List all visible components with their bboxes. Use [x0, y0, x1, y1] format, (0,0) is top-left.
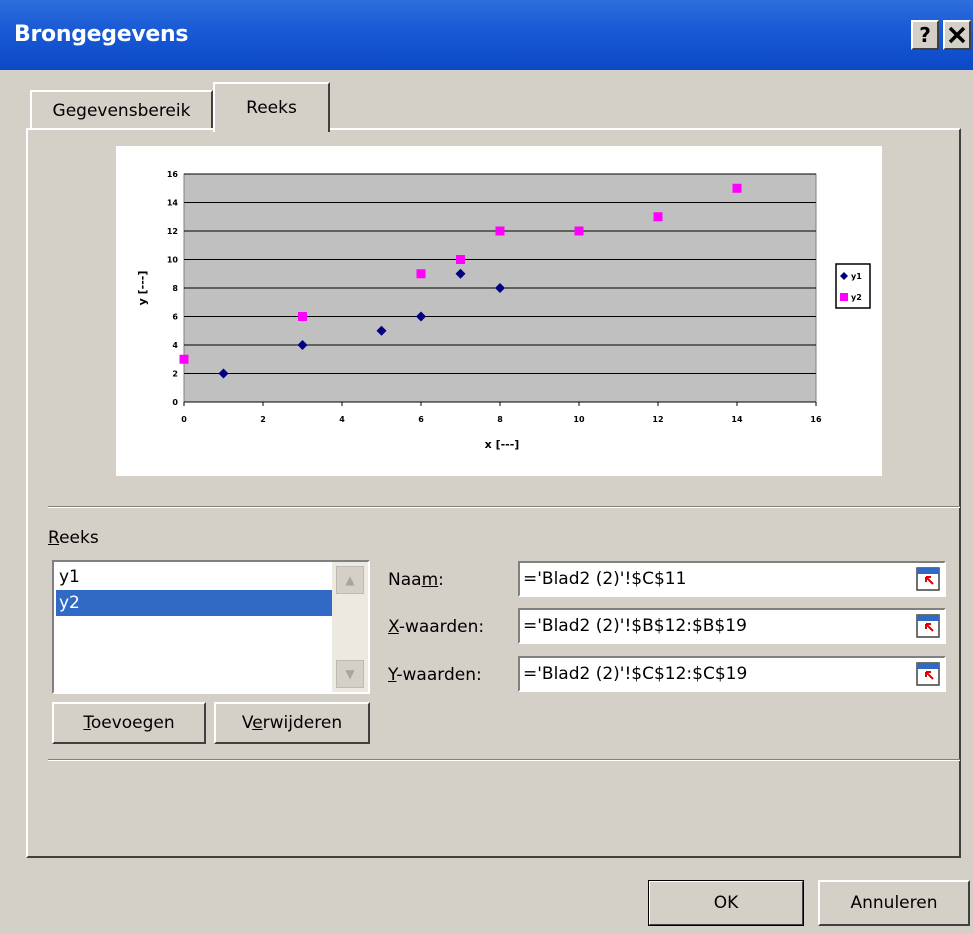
x-tick-label: 2: [260, 415, 266, 424]
close-icon: [948, 26, 966, 44]
legend-marker-y2: [840, 293, 848, 301]
collapse-dialog-icon[interactable]: [916, 567, 940, 591]
series-item-y2[interactable]: y2: [56, 590, 339, 616]
x-tick-label: 12: [652, 415, 663, 424]
series-item-y1[interactable]: y1: [56, 564, 339, 590]
y-tick-label: 12: [167, 227, 178, 236]
chart-preview: 0 2 4 6 8 10 12 14 16 0 2 4 6 8 10 12 14 16 x [---] y [-…: [116, 146, 882, 476]
separator-bottom: [48, 759, 960, 761]
y-tick-label: 14: [167, 199, 179, 208]
name-field-value: ='Blad2 (2)'!$C$11: [523, 569, 687, 589]
name-field[interactable]: ='Blad2 (2)'!$C$11: [518, 561, 946, 597]
legend-label-y1: y1: [851, 272, 862, 281]
point-y2: [456, 255, 465, 264]
collapse-dialog-icon[interactable]: [916, 662, 940, 686]
legend-label-y2: y2: [851, 293, 862, 302]
name-label: Naam:: [388, 570, 444, 590]
separator-top: [48, 506, 960, 508]
x-tick-label: 0: [181, 415, 187, 424]
series-scrollbar[interactable]: ▲ ▼: [332, 562, 368, 692]
series-list-label: Reeks: [48, 528, 99, 548]
y-values-field-value: ='Blad2 (2)'!$C$12:$C$19: [523, 664, 748, 684]
x-axis-label: x [---]: [485, 438, 520, 451]
point-y2: [653, 212, 663, 222]
close-button[interactable]: [943, 20, 971, 50]
point-y2: [298, 312, 307, 321]
x-tick-label: 8: [497, 415, 503, 424]
point-y2: [732, 183, 742, 193]
y-tick-label: 10: [167, 256, 179, 265]
y-values-field[interactable]: ='Blad2 (2)'!$C$12:$C$19: [518, 656, 946, 692]
y-axis-label: y [---]: [136, 271, 149, 306]
x-values-field-value: ='Blad2 (2)'!$B$12:$B$19: [523, 616, 747, 636]
y-tick-label: 16: [167, 170, 179, 179]
tab-gegevensbereik[interactable]: Gegevensbereik: [30, 90, 213, 130]
point-y2: [179, 354, 189, 364]
x-values-field[interactable]: ='Blad2 (2)'!$B$12:$B$19: [518, 608, 946, 644]
point-y2: [495, 226, 505, 236]
point-y2: [416, 269, 426, 279]
tab-reeks[interactable]: Reeks: [213, 82, 330, 132]
x-tick-label: 14: [731, 415, 743, 424]
help-button[interactable]: ?: [911, 20, 939, 50]
cancel-button[interactable]: Annuleren: [818, 880, 970, 926]
y-values-label: Y-waarden:: [388, 665, 482, 685]
y-tick-label: 0: [172, 398, 178, 407]
x-tick-label: 4: [339, 415, 345, 424]
point-y2: [574, 226, 584, 236]
y-tick-label: 8: [172, 284, 178, 293]
window-title: Brongegevens: [14, 22, 189, 47]
x-tick-label: 16: [810, 415, 822, 424]
y-tick-label: 4: [172, 341, 178, 350]
scroll-down-button[interactable]: ▼: [336, 660, 364, 688]
x-values-label: X-waarden:: [388, 617, 485, 637]
title-bar: Brongegevens ?: [0, 0, 973, 70]
remove-series-button[interactable]: Verwijderen: [214, 702, 370, 744]
y-tick-label: 2: [172, 370, 178, 379]
scroll-up-button[interactable]: ▲: [336, 566, 364, 594]
ok-button[interactable]: OK: [648, 880, 804, 926]
series-listbox[interactable]: y1 y2 ▲ ▼: [52, 560, 370, 694]
collapse-dialog-icon[interactable]: [916, 614, 940, 638]
scatter-chart: 0 2 4 6 8 10 12 14 16 0 2 4 6 8 10 12 14 16 x [---] y [-…: [136, 170, 871, 451]
y-tick-label: 6: [172, 313, 178, 322]
x-tick-label: 6: [418, 415, 424, 424]
add-series-button[interactable]: Toevoegen: [52, 702, 206, 744]
x-tick-label: 10: [573, 415, 585, 424]
